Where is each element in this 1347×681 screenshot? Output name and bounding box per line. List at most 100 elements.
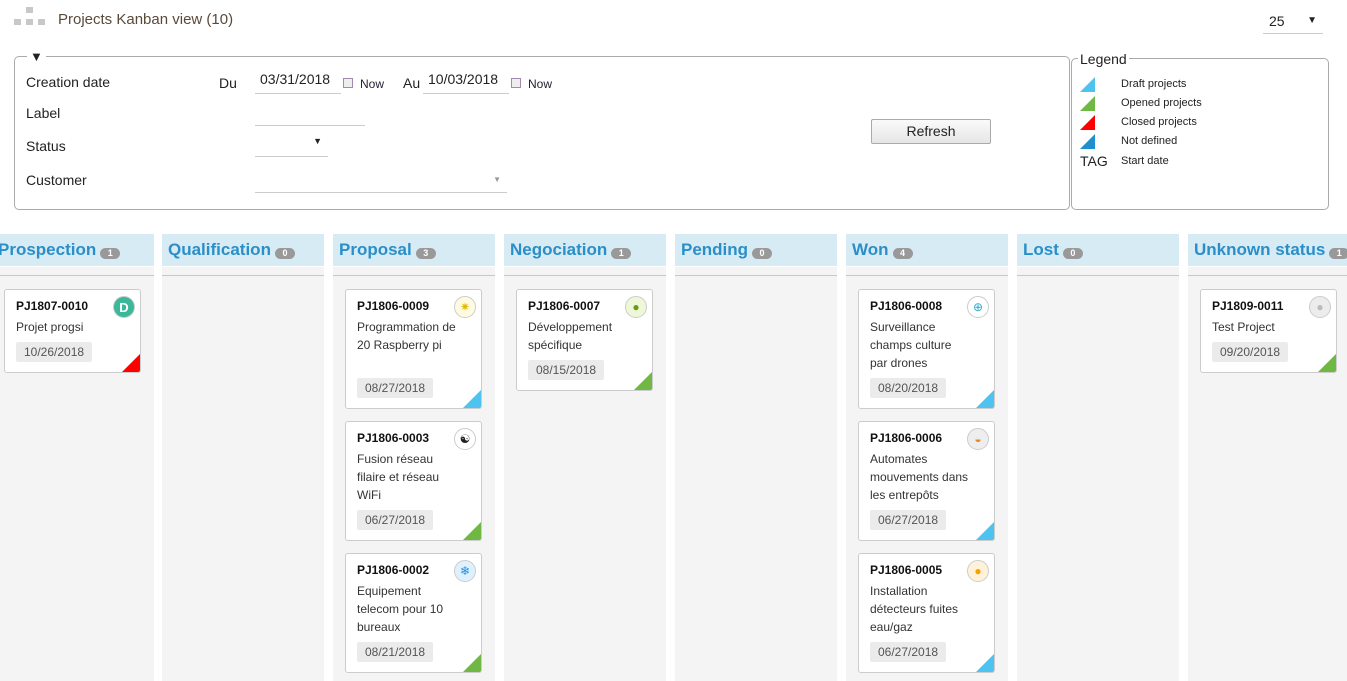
caret-down-icon: ▼: [1307, 15, 1317, 26]
column-header[interactable]: Prospection 1: [0, 234, 154, 267]
column-header[interactable]: Negociation 1: [504, 234, 666, 267]
column-title: Won: [852, 240, 889, 259]
customer-select[interactable]: ▼: [255, 167, 507, 193]
kanban-column-unknown-status: Unknown status 1 PJ1809-0011 Test Project 09…: [1188, 234, 1347, 681]
column-title: Prospection: [0, 240, 97, 259]
project-start-date: 06/27/2018: [357, 510, 434, 530]
kanban-column-won: Won 4 PJ1806-0008 Surveillance champs cultu…: [846, 234, 1008, 681]
project-ref[interactable]: PJ1806-0002: [357, 563, 429, 577]
opened-triangle-icon: [1080, 95, 1095, 111]
project-start-date: 08/21/2018: [357, 642, 434, 662]
customer-yin-yang-icon: ☯: [454, 428, 476, 450]
column-divider: [504, 275, 666, 283]
column-header[interactable]: Unknown status 1: [1188, 234, 1347, 267]
column-divider: [1188, 275, 1347, 283]
project-ref[interactable]: PJ1807-0010: [16, 299, 88, 313]
project-start-date: 08/15/2018: [528, 360, 605, 380]
label-input[interactable]: [255, 102, 365, 126]
column-count-badge: 0: [274, 247, 295, 259]
column-header[interactable]: Lost 0: [1017, 234, 1179, 267]
status-closed-corner-icon: [122, 354, 140, 372]
kanban-column-prospection: Prospection 1 PJ1807-0010 Projet progsi 10/2…: [0, 234, 154, 681]
customer-d-icon: D: [113, 296, 135, 318]
label-filter-label: Label: [26, 105, 61, 121]
column-count-badge: 4: [892, 247, 913, 259]
project-card[interactable]: PJ1809-0011 Test Project 09/20/2018 ●: [1200, 289, 1337, 373]
legend-item-undefined: Not defined: [1080, 133, 1177, 149]
legend-panel: Legend Draft projects Opened projects Cl…: [1071, 51, 1329, 210]
project-card[interactable]: PJ1807-0010 Projet progsi 10/26/2018 D: [4, 289, 141, 373]
status-select[interactable]: ▼: [255, 132, 328, 157]
customer-snowflake-icon: ❄: [454, 560, 476, 582]
column-title: Pending: [681, 240, 749, 259]
customer-fireworks-icon: ✷: [454, 296, 476, 318]
column-header[interactable]: Pending 0: [675, 234, 837, 267]
column-header[interactable]: Proposal 3: [333, 234, 495, 267]
column-title: Unknown status: [1194, 240, 1326, 259]
project-label: Surveillance champs culture par drones: [870, 320, 952, 370]
from-now-link[interactable]: Now: [360, 77, 384, 91]
refresh-button[interactable]: Refresh: [871, 119, 991, 144]
customer-user-icon: ●: [1309, 296, 1331, 318]
project-card[interactable]: PJ1806-0003 Fusion réseau filaire et rése…: [345, 421, 482, 541]
project-label: Installation détecteurs fuites eau/gaz: [870, 584, 959, 634]
column-title: Proposal: [339, 240, 412, 259]
project-label: Automates mouvements dans les entrepôts: [870, 452, 969, 502]
kanban-column-lost: Lost 0: [1017, 234, 1179, 681]
filter-icon: ▼: [27, 49, 46, 64]
project-start-date: 09/20/2018: [1212, 342, 1289, 362]
customer-filter-label: Customer: [26, 172, 87, 188]
calendar-icon[interactable]: [343, 78, 353, 88]
project-card[interactable]: PJ1806-0002 Equipement telecom pour 10 bu…: [345, 553, 482, 673]
to-label: Au: [403, 75, 421, 91]
legend-item-tag: TAG Start date: [1080, 153, 1169, 169]
project-ref[interactable]: PJ1806-0006: [870, 431, 942, 445]
column-count-badge: 1: [100, 247, 121, 259]
undefined-triangle-icon: [1080, 133, 1095, 149]
status-filter-label: Status: [26, 138, 66, 154]
column-title: Qualification: [168, 240, 271, 259]
customer-snail-icon: ●: [625, 296, 647, 318]
kanban-column-qualification: Qualification 0: [162, 234, 324, 681]
project-ref[interactable]: PJ1809-0011: [1212, 299, 1283, 313]
kanban-column-negociation: Negociation 1 PJ1806-0007 Développement spé…: [504, 234, 666, 681]
project-label: Equipement telecom pour 10 bureaux: [357, 584, 444, 634]
status-draft-corner-icon: [463, 390, 481, 408]
project-label: Fusion réseau filaire et réseau WiFi: [357, 452, 440, 502]
to-now-link[interactable]: Now: [528, 77, 552, 91]
column-header[interactable]: Won 4: [846, 234, 1008, 267]
project-ref[interactable]: PJ1806-0005: [870, 563, 942, 577]
project-ref[interactable]: PJ1806-0003: [357, 431, 429, 445]
project-start-date: 06/27/2018: [870, 642, 947, 662]
legend-item-opened: Opened projects: [1080, 95, 1202, 111]
project-ref[interactable]: PJ1806-0009: [357, 299, 429, 313]
project-ref[interactable]: PJ1806-0007: [528, 299, 600, 313]
page-size-select[interactable]: 25 ▼: [1263, 8, 1323, 34]
from-date-input[interactable]: 03/31/2018: [255, 70, 341, 94]
project-start-date: 06/27/2018: [870, 510, 947, 530]
column-title: Lost: [1023, 240, 1059, 259]
legend-item-closed: Closed projects: [1080, 114, 1197, 130]
customer-sun-icon: ●: [967, 560, 989, 582]
column-divider: [333, 275, 495, 283]
page-title: Projects Kanban view (10): [58, 10, 234, 28]
to-date-input[interactable]: 10/03/2018: [423, 70, 509, 94]
column-divider: [162, 275, 324, 283]
customer-sunset-icon: ◒: [967, 428, 989, 450]
status-opened-corner-icon: [1318, 354, 1336, 372]
project-card[interactable]: PJ1806-0008 Surveillance champs culture p…: [858, 289, 995, 409]
project-card[interactable]: PJ1806-0009 Programmation de 20 Raspberry…: [345, 289, 482, 409]
customer-zoom-in-icon: ⊕: [967, 296, 989, 318]
project-start-date: 08/27/2018: [357, 378, 434, 398]
calendar-icon[interactable]: [511, 78, 521, 88]
project-card[interactable]: PJ1806-0005 Installation détecteurs fuite…: [858, 553, 995, 673]
project-start-date: 10/26/2018: [16, 342, 93, 362]
org-chart-icon: [14, 7, 46, 31]
kanban-column-pending: Pending 0: [675, 234, 837, 681]
project-start-date: 08/20/2018: [870, 378, 947, 398]
project-ref[interactable]: PJ1806-0008: [870, 299, 942, 313]
project-card[interactable]: PJ1806-0006 Automates mouvements dans les…: [858, 421, 995, 541]
project-label: Projet progsi: [16, 320, 84, 334]
column-header[interactable]: Qualification 0: [162, 234, 324, 267]
project-card[interactable]: PJ1806-0007 Développement spécifique 08/15…: [516, 289, 653, 391]
